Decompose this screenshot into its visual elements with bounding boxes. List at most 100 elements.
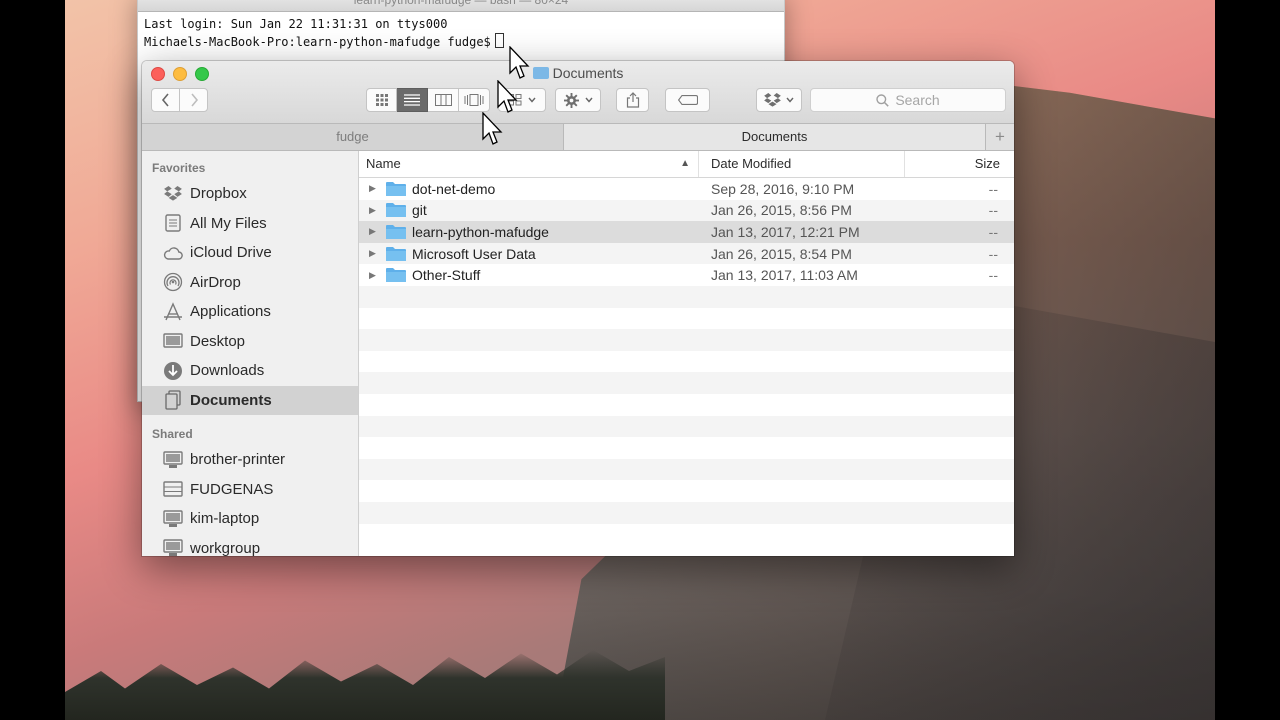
tags-button[interactable] [665, 88, 710, 112]
file-date: Jan 26, 2015, 8:54 PM [711, 245, 852, 262]
finder-toolbar: Documents Search [142, 61, 1014, 123]
file-row[interactable]: ▶ Other-Stuff Jan 13, 2017, 11:03 AM -- [359, 264, 1014, 286]
chevron-right-icon [190, 93, 198, 107]
empty-row [359, 501, 1014, 524]
sidebar-heading-favorites: Favorites [152, 161, 206, 175]
file-list-header: Name ▲ Date Modified Size [359, 151, 1014, 178]
sidebar-item-dropbox[interactable]: Dropbox [142, 179, 358, 209]
column-header-size[interactable]: Size [905, 151, 1014, 177]
folder-icon [386, 268, 406, 283]
file-size: -- [988, 245, 998, 262]
back-button[interactable] [151, 88, 180, 112]
sidebar-item-icloud-drive[interactable]: iCloud Drive [142, 238, 358, 268]
sidebar-item-applications[interactable]: Applications [142, 297, 358, 327]
icon-view-button[interactable] [366, 88, 397, 112]
file-name: dot-net-demo [412, 180, 496, 197]
sidebar-item-fudgenas[interactable]: FUDGENAS [142, 475, 358, 505]
sidebar-item-kim-laptop[interactable]: kim-laptop [142, 504, 358, 534]
file-list[interactable]: Name ▲ Date Modified Size ▶ dot-net-demo … [359, 151, 1014, 556]
chevron-left-icon [161, 93, 169, 107]
column-header-name-label: Name [366, 156, 401, 171]
sidebar-item-all-my-files[interactable]: All My Files [142, 209, 358, 239]
sidebar-item-brother-printer[interactable]: brother-printer [142, 445, 358, 475]
columns-icon [434, 94, 452, 106]
file-row[interactable]: ▶ dot-net-demo Sep 28, 2016, 9:10 PM -- [359, 178, 1014, 200]
empty-row [359, 458, 1014, 481]
tag-icon [677, 95, 698, 105]
file-name: Other-Stuff [412, 267, 481, 284]
sort-ascending-icon: ▲ [680, 158, 690, 169]
list-view-button[interactable] [397, 88, 428, 112]
mouse-pointer-icon [482, 112, 503, 145]
action-button[interactable] [555, 88, 601, 112]
search-field[interactable]: Search [810, 88, 1006, 112]
view-mode-control[interactable] [366, 88, 490, 112]
sidebar-item-label: iCloud Drive [190, 244, 272, 262]
sidebar-item-label: workgroup [190, 539, 261, 556]
computer-icon [162, 449, 183, 470]
folder-icon [532, 67, 549, 79]
sidebar-item-workgroup[interactable]: workgroup [142, 534, 358, 556]
mouse-pointer-icon [509, 46, 530, 79]
folder-icon [386, 181, 406, 196]
disclosure-triangle-icon[interactable]: ▶ [369, 183, 379, 194]
empty-row [359, 329, 1014, 351]
finder-content: Favorites Dropbox All My Files iCloud Dr… [142, 151, 1014, 556]
dropbox-toolbar-button[interactable] [756, 88, 802, 112]
column-header-name[interactable]: Name ▲ [359, 151, 699, 177]
file-row[interactable]: ▶ Microsoft User Data Jan 26, 2015, 8:54… [359, 242, 1014, 265]
disclosure-triangle-icon[interactable]: ▶ [369, 248, 379, 259]
list-icon [404, 94, 420, 106]
sidebar-item-label: FUDGENAS [190, 480, 274, 498]
file-size: -- [988, 223, 998, 240]
grid-icon [375, 94, 388, 106]
tab-bar: fudge Documents + [142, 123, 1014, 151]
terminal-cursor [494, 32, 504, 48]
disclosure-triangle-icon[interactable]: ▶ [369, 205, 379, 216]
new-tab-button[interactable]: + [986, 124, 1014, 150]
empty-row [359, 308, 1014, 330]
empty-row [359, 285, 1014, 308]
search-icon [876, 93, 890, 107]
sidebar-item-label: All My Files [190, 214, 267, 232]
share-button[interactable] [616, 88, 649, 112]
disclosure-triangle-icon[interactable]: ▶ [369, 270, 379, 281]
chevron-down-icon [528, 97, 536, 103]
empty-row [359, 524, 1014, 546]
desktop-icon [162, 331, 183, 352]
computer-icon [162, 508, 183, 529]
cover-flow-button[interactable] [459, 88, 490, 112]
column-view-button[interactable] [428, 88, 459, 112]
terminal-title: learn-python-mafudge — bash — 80×24 [138, 0, 784, 12]
terminal-output[interactable]: Last login: Sun Jan 22 11:31:31 on ttys0… [138, 12, 784, 54]
share-icon [626, 92, 639, 108]
empty-row [359, 437, 1014, 459]
chevron-down-icon [786, 97, 794, 103]
file-row[interactable]: ▶ learn-python-mafudge Jan 13, 2017, 12:… [359, 221, 1014, 243]
file-date: Jan 13, 2017, 11:03 AM [711, 267, 858, 284]
sidebar-item-downloads[interactable]: Downloads [142, 356, 358, 386]
terminal-prompt-line: Michaels-MacBook-Pro:learn-python-mafudg… [144, 32, 778, 51]
empty-row [359, 415, 1014, 438]
applications-icon [162, 301, 183, 322]
documents-icon [162, 390, 183, 411]
dropbox-icon [764, 92, 781, 107]
file-row[interactable]: ▶ git Jan 26, 2015, 8:56 PM -- [359, 199, 1014, 222]
sidebar-item-documents[interactable]: Documents [142, 385, 358, 415]
empty-row [359, 372, 1014, 394]
sidebar-item-label: kim-laptop [190, 510, 260, 528]
finder-window[interactable]: Documents Search fudge Documents + Favor… [142, 61, 1014, 556]
forward-button[interactable] [179, 88, 208, 112]
file-size: -- [988, 267, 998, 284]
sidebar-item-label: Downloads [190, 362, 265, 380]
downloads-icon [162, 360, 183, 381]
column-header-date[interactable]: Date Modified [699, 151, 905, 177]
tab-documents[interactable]: Documents [564, 124, 986, 150]
sidebar-item-label: Dropbox [190, 185, 247, 203]
folder-icon [386, 224, 406, 239]
sidebar-item-airdrop[interactable]: AirDrop [142, 268, 358, 298]
file-date: Jan 26, 2015, 8:56 PM [711, 202, 852, 219]
terminal-line: Last login: Sun Jan 22 11:31:31 on ttys0… [144, 17, 448, 31]
disclosure-triangle-icon[interactable]: ▶ [369, 226, 379, 237]
sidebar-item-desktop[interactable]: Desktop [142, 327, 358, 357]
